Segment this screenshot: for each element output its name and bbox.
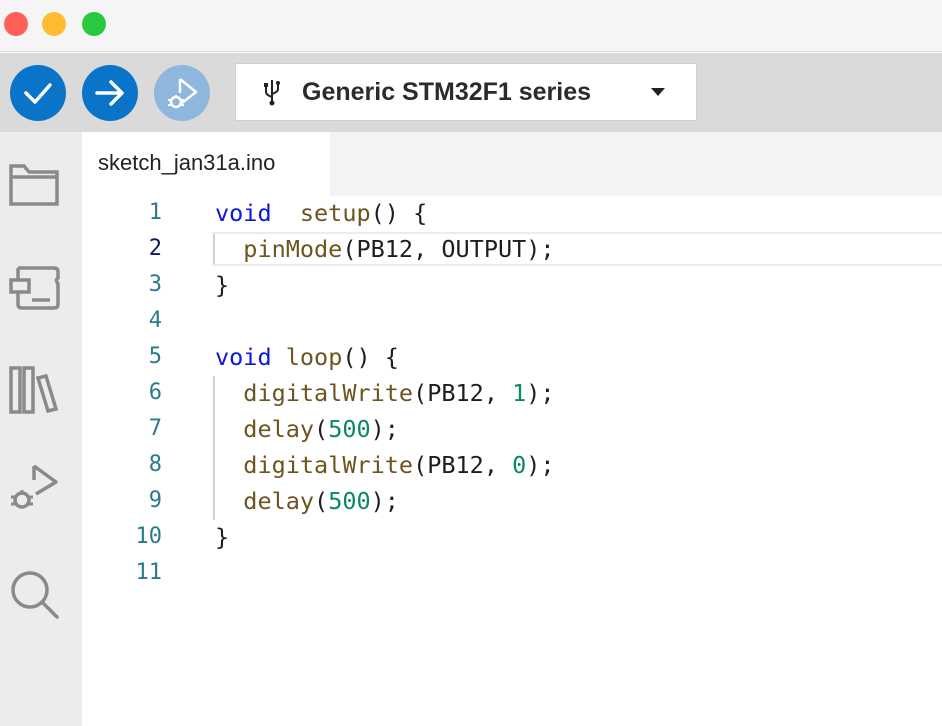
code-token: () { [342, 343, 399, 371]
code-line: } [215, 523, 229, 551]
code-token: 500 [328, 415, 371, 443]
line-number: 1 [148, 200, 162, 225]
library-icon[interactable] [8, 364, 60, 416]
usb-icon [264, 80, 280, 106]
search-icon[interactable] [8, 568, 60, 620]
tab-sketch[interactable]: sketch_jan31a.ino [82, 132, 330, 196]
code-line: void loop() { [215, 343, 399, 371]
tab-label: sketch_jan31a.ino [98, 150, 276, 175]
board-name: Generic STM32F1 series [302, 78, 592, 106]
code-token: delay [243, 487, 315, 515]
line-number: 2 [148, 236, 162, 261]
debug-icon[interactable] [8, 462, 60, 514]
code-token: void [215, 199, 272, 227]
title-bar [0, 0, 942, 52]
code-token: digitalWrite [243, 451, 414, 479]
code-token: 1 [512, 379, 527, 407]
code-token: delay [243, 415, 315, 443]
sidebar [0, 132, 82, 726]
debug-button[interactable] [154, 65, 210, 121]
code-token: 500 [328, 487, 371, 515]
chevron-down-icon [651, 88, 665, 96]
debug-icon [168, 78, 198, 109]
line-number: 3 [148, 272, 162, 297]
code-line: digitalWrite(PB12, 1); [215, 379, 555, 407]
code-token: (PB12, [413, 379, 513, 407]
minimize-window-button[interactable] [42, 12, 66, 36]
code-token: ); [526, 379, 555, 407]
code-token: ); [370, 487, 399, 515]
code-token: ( [314, 487, 329, 515]
code-editor[interactable]: 1 void setup() {2 pinMode(PB12, OUTPUT); 3… [82, 196, 942, 726]
code-line: } [215, 271, 229, 299]
tab-bar: sketch_jan31a.ino [82, 132, 942, 196]
code-token: ); [526, 451, 555, 479]
line-number: 7 [148, 416, 162, 441]
line-number: 11 [135, 560, 163, 585]
upload-button[interactable] [82, 65, 138, 121]
check-icon [24, 83, 52, 104]
code-token: (PB12, [413, 451, 513, 479]
code-line: delay(500); [215, 415, 399, 443]
code-token: } [215, 523, 230, 551]
code-token: 0 [512, 451, 527, 479]
line-number: 8 [148, 452, 162, 477]
code-token: void [215, 343, 272, 371]
folder-icon[interactable] [8, 158, 60, 210]
code-line: delay(500); [215, 487, 399, 515]
code-token: (PB12, OUTPUT); [342, 235, 555, 263]
code-token: loop [285, 343, 343, 371]
code-token: pinMode [243, 235, 343, 263]
code-token: digitalWrite [243, 379, 414, 407]
code-token: ( [314, 415, 329, 443]
line-number: 5 [148, 344, 162, 369]
zoom-window-button[interactable] [82, 12, 106, 36]
line-number: 9 [148, 488, 162, 513]
code-token: () { [370, 199, 428, 227]
code-line: digitalWrite(PB12, 0); [215, 451, 555, 479]
code-token: setup [299, 199, 371, 227]
code-line: void setup() { [215, 199, 427, 227]
code-token: } [215, 271, 230, 299]
line-number: 4 [148, 308, 162, 333]
board-selector[interactable]: Generic STM32F1 series [235, 63, 697, 121]
line-number: 6 [148, 380, 162, 405]
toolbar: Generic STM32F1 series [0, 53, 942, 132]
arrow-right-icon [95, 80, 124, 106]
close-window-button[interactable] [4, 12, 28, 36]
code-line: pinMode(PB12, OUTPUT); [215, 235, 555, 263]
code-token: ); [370, 415, 399, 443]
board-manager-icon[interactable] [8, 262, 60, 314]
verify-button[interactable] [10, 65, 66, 121]
line-number: 10 [135, 524, 163, 549]
